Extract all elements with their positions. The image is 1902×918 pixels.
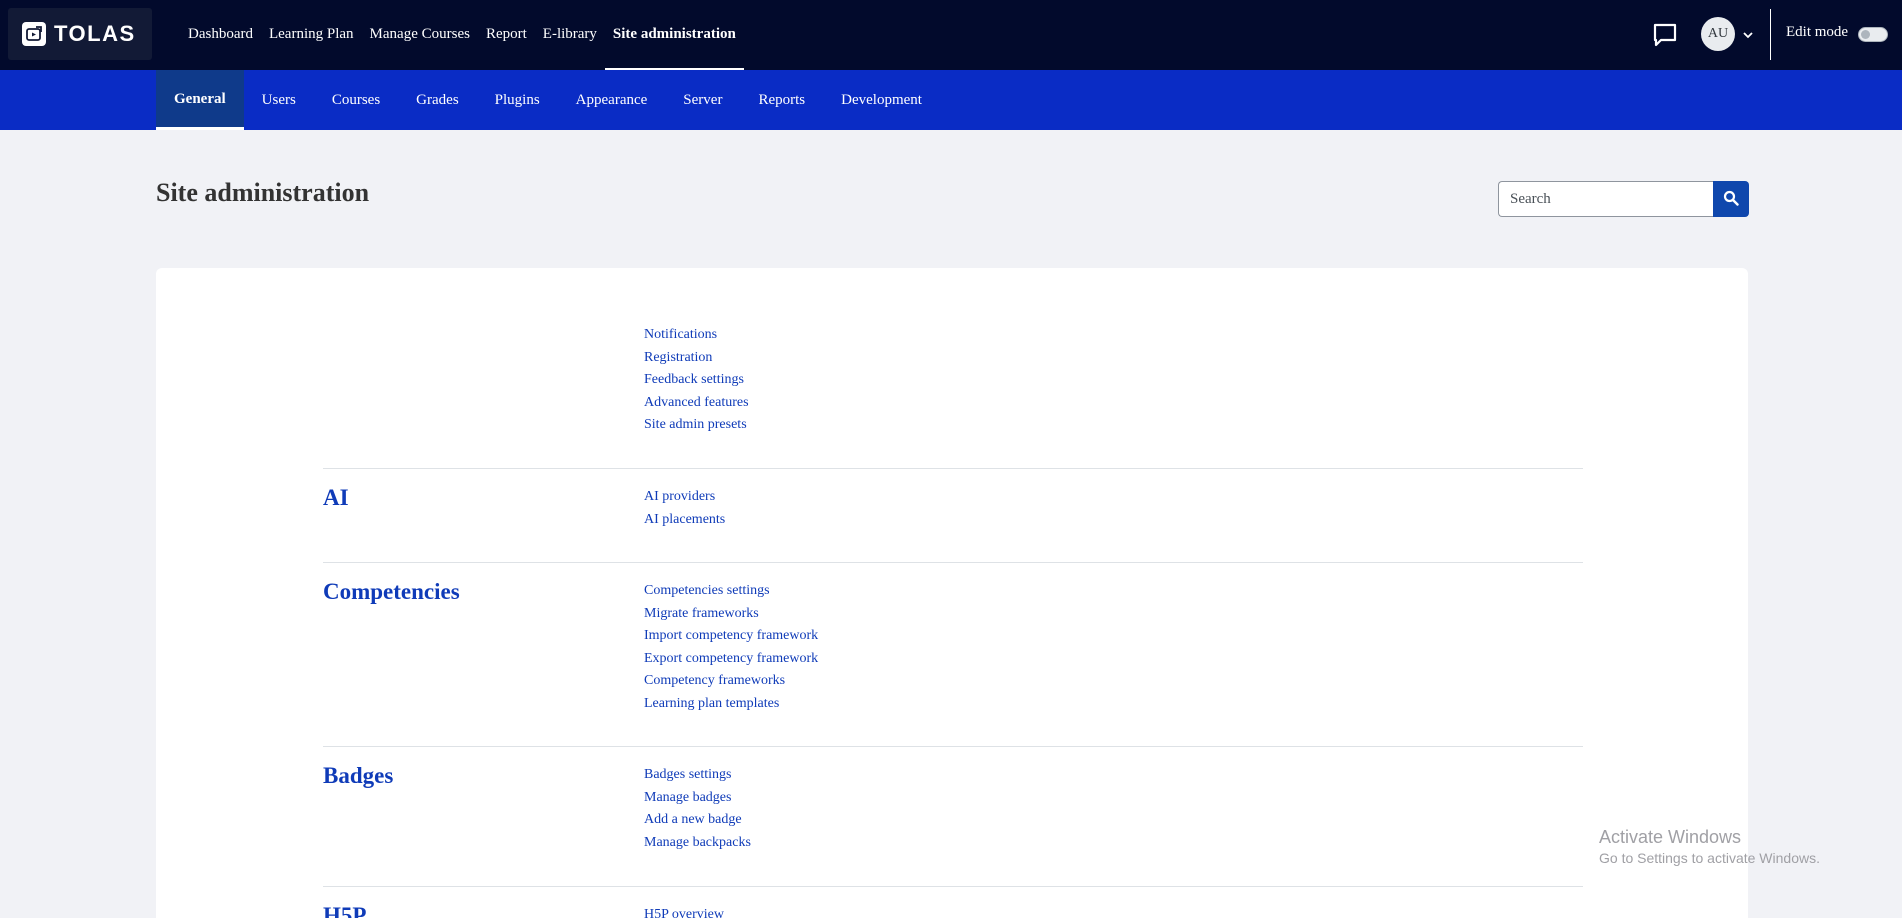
list-item: AI providers — [644, 485, 725, 508]
link-h5p-overview[interactable]: H5P overview — [644, 907, 724, 918]
tab-reports[interactable]: Reports — [740, 70, 823, 130]
list-item: Registration — [644, 346, 749, 369]
user-avatar[interactable]: AU — [1701, 17, 1735, 51]
list-item: Badges settings — [644, 763, 751, 786]
link-competency-frameworks[interactable]: Competency frameworks — [644, 673, 785, 688]
nav-e-library[interactable]: E-library — [535, 0, 605, 70]
list-item: Add a new badge — [644, 808, 751, 831]
brand-logo[interactable]: TOLAS — [8, 8, 152, 60]
windows-activation-watermark: Activate Windows Go to Settings to activ… — [1599, 826, 1820, 868]
section-heading-ai[interactable]: AI — [323, 485, 349, 511]
list-item: Import competency framework — [644, 624, 818, 647]
link-ai-placements[interactable]: AI placements — [644, 512, 725, 527]
list-item: Notifications — [644, 323, 749, 346]
section-ai: AI AI providers AI placements — [323, 468, 1583, 562]
link-learning-plan-templates[interactable]: Learning plan templates — [644, 696, 779, 711]
link-manage-backpacks[interactable]: Manage backpacks — [644, 835, 751, 850]
section-competencies: Competencies Competencies settings Migra… — [323, 562, 1583, 746]
nav-manage-courses[interactable]: Manage Courses — [362, 0, 478, 70]
admin-search — [1498, 181, 1749, 217]
tab-courses[interactable]: Courses — [314, 70, 398, 130]
edit-mode-toggle[interactable] — [1858, 27, 1888, 42]
section-badges: Badges Badges settings Manage badges Add… — [323, 746, 1583, 886]
list-item: Manage badges — [644, 786, 751, 809]
primary-nav: Dashboard Learning Plan Manage Courses R… — [180, 0, 744, 70]
section-ai-links: AI providers AI placements — [644, 485, 725, 530]
watermark-title: Activate Windows — [1599, 827, 1742, 847]
search-input[interactable] — [1498, 181, 1713, 217]
link-site-admin-presets[interactable]: Site admin presets — [644, 417, 747, 432]
tab-general[interactable]: General — [156, 70, 244, 130]
section-heading-h5p[interactable]: H5P — [323, 903, 366, 918]
list-item: Migrate frameworks — [644, 602, 818, 625]
section-h5p: H5P H5P overview — [323, 886, 1583, 918]
link-ai-providers[interactable]: AI providers — [644, 489, 715, 504]
page-title: Site administration — [156, 178, 370, 207]
search-icon — [1723, 190, 1739, 209]
nav-report[interactable]: Report — [478, 0, 535, 70]
tab-plugins[interactable]: Plugins — [477, 70, 558, 130]
link-manage-badges[interactable]: Manage badges — [644, 790, 731, 805]
top-navbar: TOLAS Dashboard Learning Plan Manage Cou… — [0, 0, 1902, 70]
tab-users[interactable]: Users — [244, 70, 314, 130]
link-import-competency-framework[interactable]: Import competency framework — [644, 628, 818, 643]
section-heading-badges[interactable]: Badges — [323, 763, 393, 789]
tab-development[interactable]: Development — [823, 70, 940, 130]
list-item: Feedback settings — [644, 368, 749, 391]
brand-name: TOLAS — [54, 21, 136, 46]
list-item: Export competency framework — [644, 647, 818, 670]
link-competencies-settings[interactable]: Competencies settings — [644, 583, 770, 598]
section-h5p-links: H5P overview — [644, 903, 724, 918]
list-item: Site admin presets — [644, 413, 749, 436]
messages-icon[interactable] — [1652, 22, 1678, 48]
secondary-nav: General Users Courses Grades Plugins App… — [0, 70, 1902, 130]
list-item: Advanced features — [644, 391, 749, 414]
nav-dashboard[interactable]: Dashboard — [180, 0, 261, 70]
link-notifications[interactable]: Notifications — [644, 327, 717, 342]
list-item: Competencies settings — [644, 579, 818, 602]
section-badges-links: Badges settings Manage badges Add a new … — [644, 763, 751, 853]
chevron-down-icon[interactable] — [1742, 28, 1754, 40]
section-heading-competencies[interactable]: Competencies — [323, 579, 460, 605]
list-item: AI placements — [644, 508, 725, 531]
link-feedback-settings[interactable]: Feedback settings — [644, 372, 744, 387]
section-general: Notifications Registration Feedback sett… — [323, 268, 1583, 468]
admin-content-card: Notifications Registration Feedback sett… — [156, 268, 1748, 918]
search-button[interactable] — [1713, 181, 1749, 217]
list-item: Manage backpacks — [644, 831, 751, 854]
list-item: Competency frameworks — [644, 669, 818, 692]
nav-learning-plan[interactable]: Learning Plan — [261, 0, 362, 70]
link-export-competency-framework[interactable]: Export competency framework — [644, 651, 818, 666]
tab-appearance[interactable]: Appearance — [558, 70, 666, 130]
section-competencies-links: Competencies settings Migrate frameworks… — [644, 579, 818, 715]
navbar-divider — [1770, 9, 1771, 60]
link-add-a-new-badge[interactable]: Add a new badge — [644, 812, 742, 827]
link-badges-settings[interactable]: Badges settings — [644, 767, 732, 782]
tab-grades[interactable]: Grades — [398, 70, 476, 130]
list-item: Learning plan templates — [644, 692, 818, 715]
tolas-logo-icon — [22, 22, 46, 46]
watermark-subtitle: Go to Settings to activate Windows. — [1599, 850, 1820, 866]
nav-site-administration[interactable]: Site administration — [604, 0, 744, 70]
link-registration[interactable]: Registration — [644, 350, 712, 365]
link-migrate-frameworks[interactable]: Migrate frameworks — [644, 606, 759, 621]
link-advanced-features[interactable]: Advanced features — [644, 395, 749, 410]
list-item: H5P overview — [644, 903, 724, 918]
edit-mode-label: Edit mode — [1786, 24, 1849, 40]
section-general-links: Notifications Registration Feedback sett… — [644, 323, 749, 436]
tab-server[interactable]: Server — [665, 70, 740, 130]
